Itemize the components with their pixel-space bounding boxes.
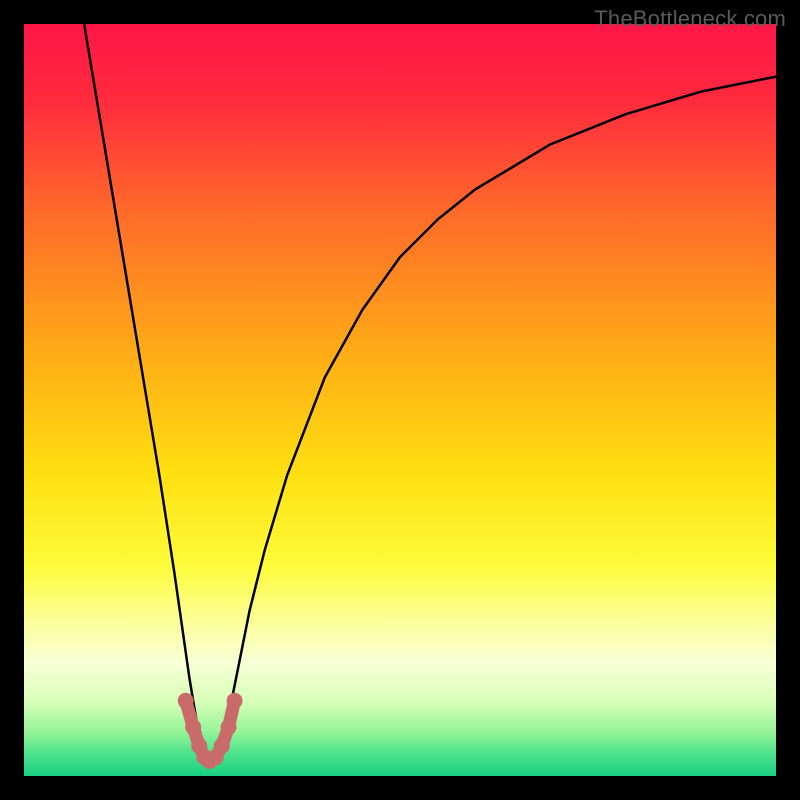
watermark-label: TheBottleneck.com — [594, 6, 786, 32]
minimum-marker — [214, 738, 230, 754]
minimum-marker — [227, 693, 243, 709]
chart-container: { "watermark": "TheBottleneck.com", "cha… — [0, 0, 800, 800]
minimum-marker — [221, 719, 237, 735]
minimum-marker — [185, 719, 201, 735]
minimum-marker — [178, 693, 194, 709]
bottleneck-chart — [24, 24, 776, 776]
gradient-background — [24, 24, 776, 776]
plot-area — [24, 24, 776, 776]
